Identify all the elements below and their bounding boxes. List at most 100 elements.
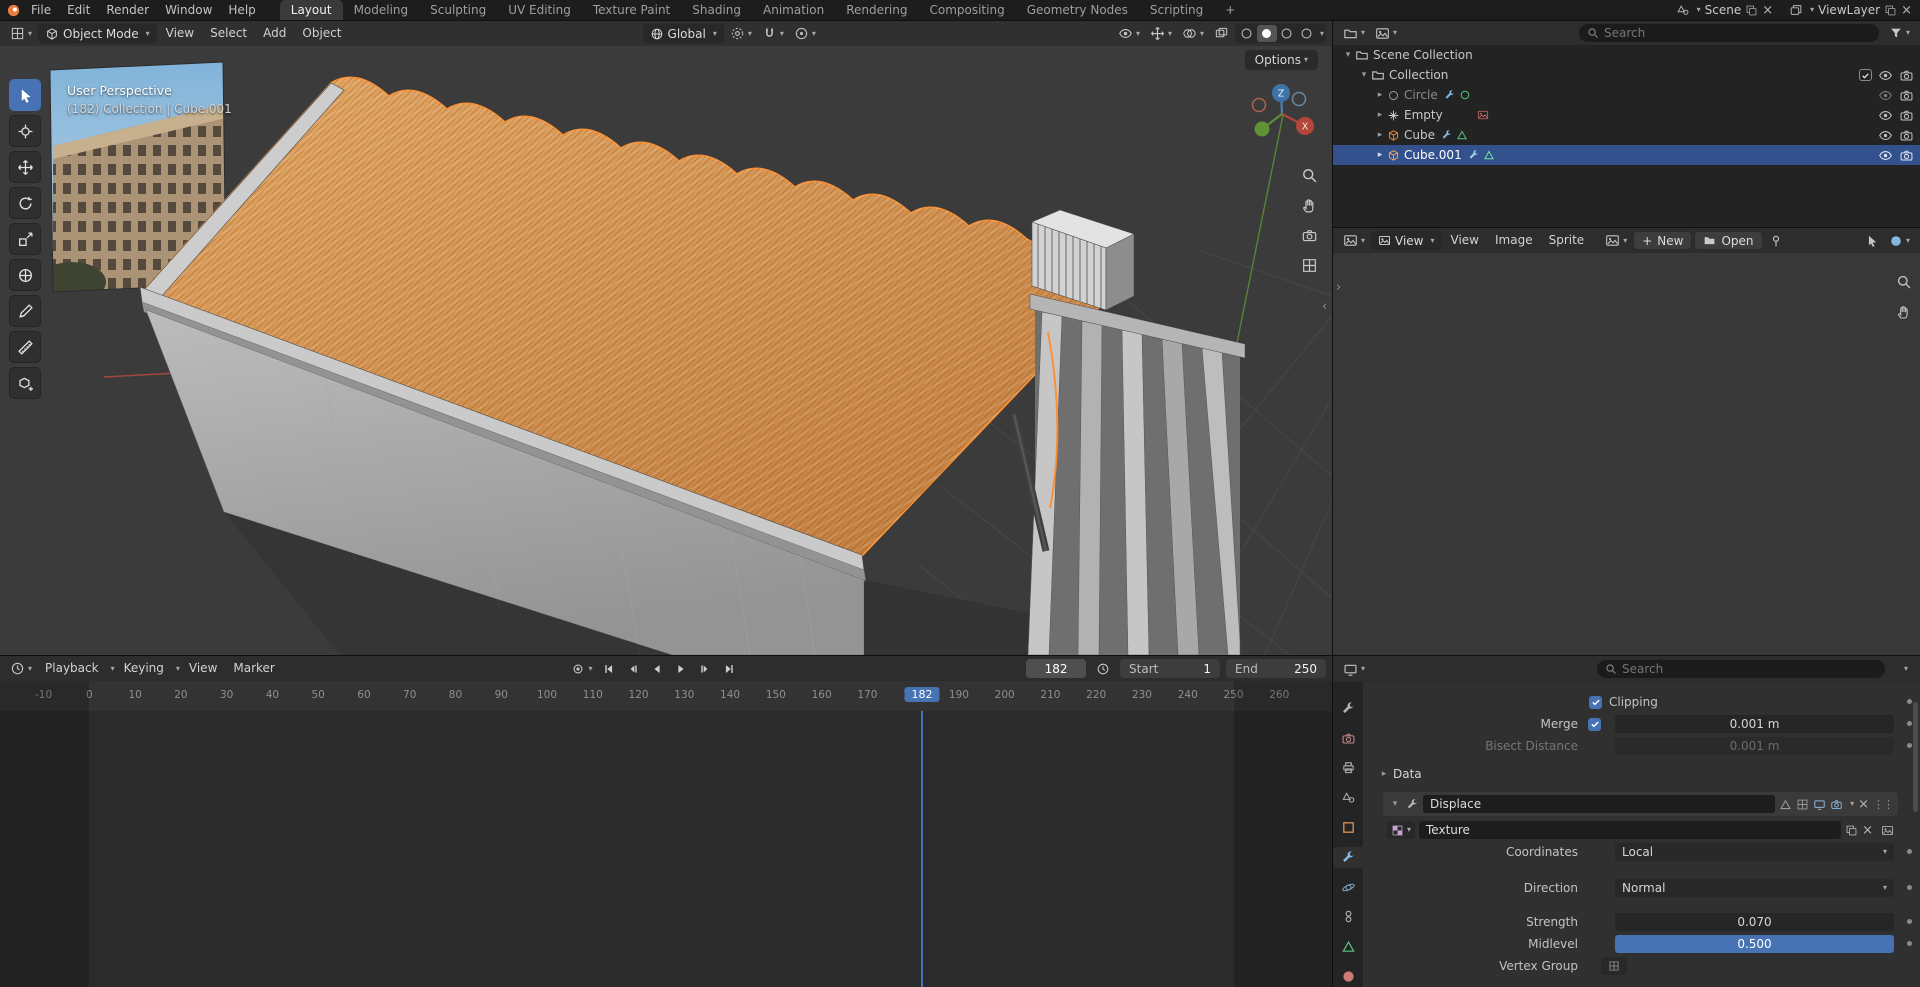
tool-measure[interactable]	[9, 331, 41, 363]
image-menu-sprite[interactable]: Sprite	[1542, 228, 1592, 253]
outliner-row-scene-collection[interactable]: ▾ Scene Collection	[1333, 45, 1920, 65]
gizmos-dropdown[interactable]: ▾	[1146, 24, 1176, 43]
viewport-menu-object[interactable]: Object	[295, 21, 348, 46]
workspace-tab-uv-editing[interactable]: UV Editing	[497, 0, 582, 20]
outliner-filter-button[interactable]: ▾	[1885, 24, 1914, 43]
tool-scale[interactable]	[9, 223, 41, 255]
playhead-line[interactable]	[921, 711, 923, 987]
viewport-menu-add[interactable]: Add	[256, 21, 293, 46]
disable-render-icon[interactable]	[1899, 68, 1914, 83]
data-section-header[interactable]: ▸ Data	[1363, 764, 1920, 784]
texture-browse-dropdown[interactable]: ▾	[1387, 821, 1415, 839]
outliner-row-circle[interactable]: ▸ Circle	[1333, 85, 1920, 105]
workspace-tab-rendering[interactable]: Rendering	[835, 0, 918, 20]
workspace-tab-sculpting[interactable]: Sculpting	[419, 0, 497, 20]
tab-physics[interactable]	[1333, 877, 1363, 898]
bisect-distance-field[interactable]: 0.001 m	[1615, 737, 1894, 755]
overlays-dropdown[interactable]: ▾	[1178, 24, 1208, 43]
playhead-frame-badge[interactable]: 182	[905, 687, 940, 702]
tool-move[interactable]	[9, 151, 41, 183]
show-hide-dropdown[interactable]: ▾	[1114, 24, 1144, 43]
animate-dot[interactable]	[1907, 743, 1912, 748]
disable-render-icon[interactable]	[1899, 128, 1914, 143]
animate-dot[interactable]	[1907, 941, 1912, 946]
outliner-search[interactable]	[1579, 24, 1879, 42]
tab-constraints[interactable]	[1333, 907, 1363, 928]
texture-name-field[interactable]: Texture	[1419, 821, 1841, 839]
disable-render-icon[interactable]	[1899, 88, 1914, 103]
realtime-display-toggle[interactable]	[1813, 798, 1826, 811]
image-editor-type-selector[interactable]: ▾	[1339, 231, 1369, 250]
tool-add-cube[interactable]	[9, 367, 41, 399]
outliner-row-collection[interactable]: ▾ Collection	[1333, 65, 1920, 85]
new-viewlayer-icon[interactable]	[1884, 4, 1897, 17]
menu-file[interactable]: File	[23, 0, 59, 20]
properties-scrollbar[interactable]	[1913, 702, 1918, 812]
collection-checkbox[interactable]	[1859, 69, 1872, 81]
direction-dropdown[interactable]: Normal▾	[1615, 879, 1894, 897]
shading-rendered-button[interactable]	[1297, 25, 1317, 42]
workspace-tab-texture-paint[interactable]: Texture Paint	[582, 0, 681, 20]
next-keyframe-button[interactable]	[694, 659, 716, 678]
tab-object-data[interactable]	[1333, 936, 1363, 957]
outliner-row-cube-001[interactable]: ▸ Cube.001	[1333, 145, 1920, 165]
displace-modifier-header[interactable]: ▾ Displace ▾ × ⋮⋮	[1383, 792, 1898, 816]
pan-hand-icon[interactable]	[1301, 197, 1318, 214]
properties-editor-type-selector[interactable]: ▾	[1339, 660, 1369, 679]
unlink-scene-icon[interactable]: ×	[1762, 4, 1773, 17]
workspace-tab-layout[interactable]: Layout	[280, 0, 343, 20]
workspace-tab-shading[interactable]: Shading	[681, 0, 752, 20]
mode-dropdown[interactable]: Object Mode▾	[38, 24, 157, 43]
shading-material-button[interactable]	[1277, 25, 1297, 42]
timeline-menu-keying[interactable]: Keying	[117, 656, 171, 681]
merge-value-field[interactable]: 0.001 m	[1615, 715, 1894, 733]
tool-annotate[interactable]	[9, 295, 41, 327]
collapse-region-chevron[interactable]: ‹	[1322, 299, 1327, 314]
tool-rotate[interactable]	[9, 187, 41, 219]
workspace-tab-geometry-nodes[interactable]: Geometry Nodes	[1016, 0, 1139, 20]
image-pan-hand-icon[interactable]	[1896, 304, 1912, 320]
properties-options-caret[interactable]: ▾	[1904, 665, 1908, 673]
expand-region-chevron[interactable]: ›	[1336, 280, 1341, 295]
frame-start-field[interactable]: Start1	[1120, 659, 1220, 678]
add-workspace-button[interactable]: +	[1214, 0, 1246, 20]
image-browse-dropdown[interactable]: ▾	[1601, 231, 1631, 250]
current-frame-field[interactable]: 182	[1026, 659, 1086, 678]
open-image-button[interactable]: Open	[1694, 231, 1762, 250]
tool-select-box[interactable]	[9, 79, 41, 111]
zoom-icon[interactable]	[1301, 167, 1318, 184]
tool-options-dropdown[interactable]: Options▾	[1245, 50, 1318, 70]
strength-field[interactable]: 0.070	[1615, 913, 1894, 931]
timeline-editor-type-selector[interactable]: ▾	[6, 659, 36, 678]
pin-button[interactable]	[1765, 231, 1787, 250]
xray-toggle[interactable]	[1210, 24, 1233, 43]
disable-render-icon[interactable]	[1899, 108, 1914, 123]
proportional-editing-dropdown[interactable]: ▾	[790, 24, 820, 43]
modifier-extras-caret[interactable]: ▾	[1850, 800, 1854, 808]
viewport-menu-view[interactable]: View	[159, 21, 201, 46]
viewlayer-selector[interactable]: ▾ ViewLayer ×	[1789, 3, 1912, 17]
modifier-drag-handle[interactable]: ⋮⋮	[1873, 798, 1893, 811]
disable-render-icon[interactable]	[1899, 148, 1914, 163]
workspace-tab-animation[interactable]: Animation	[752, 0, 835, 20]
tab-tool[interactable]	[1333, 698, 1363, 719]
vertex-group-selector[interactable]	[1601, 957, 1627, 975]
properties-search-input[interactable]	[1622, 662, 1877, 676]
timeline-menu-playback[interactable]: Playback	[38, 656, 106, 681]
hide-eye-icon[interactable]	[1878, 148, 1893, 163]
tab-render[interactable]	[1333, 728, 1363, 749]
animate-dot[interactable]	[1907, 919, 1912, 924]
animate-dot[interactable]	[1907, 721, 1912, 726]
scene-selector[interactable]: ▾ Scene ×	[1676, 3, 1774, 17]
previous-keyframe-button[interactable]	[622, 659, 644, 678]
menu-window[interactable]: Window	[157, 0, 220, 20]
animate-dot[interactable]	[1907, 885, 1912, 890]
cage-display-toggle[interactable]	[1796, 798, 1809, 811]
image-mode-dropdown[interactable]: View▾	[1371, 231, 1442, 250]
animate-dot[interactable]	[1907, 699, 1912, 704]
hide-eye-icon[interactable]	[1878, 128, 1893, 143]
camera-view-icon[interactable]	[1301, 227, 1318, 244]
animate-dot[interactable]	[1907, 849, 1912, 854]
outliner-search-input[interactable]	[1604, 26, 1871, 40]
channels-dropdown[interactable]: ▾	[1885, 231, 1914, 250]
